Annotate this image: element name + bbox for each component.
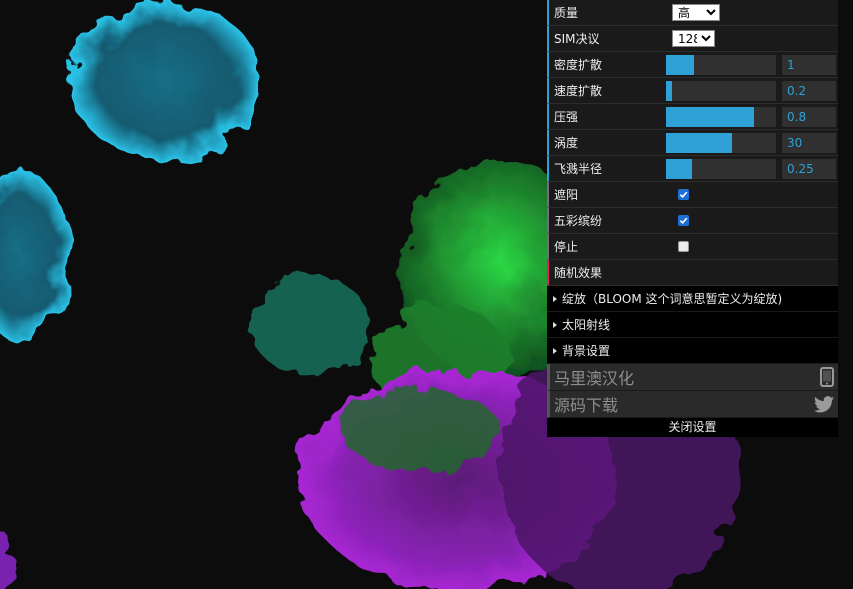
row-vorticity: 涡度 30 bbox=[547, 130, 838, 156]
localization-link[interactable]: 马里澳汉化 bbox=[547, 364, 838, 391]
green-blob bbox=[340, 390, 500, 470]
triangle-right-icon bbox=[553, 295, 557, 302]
splat-radius-slider[interactable] bbox=[666, 158, 776, 179]
velocity-diffusion-input[interactable]: 0.2 bbox=[782, 80, 836, 101]
purple-blob bbox=[0, 530, 12, 589]
teal-blob bbox=[250, 275, 370, 375]
pressure-slider[interactable] bbox=[666, 106, 776, 127]
row-sim-resolution: SIM决议 128 bbox=[547, 26, 838, 52]
splat-radius-label: 飞溅半径 bbox=[554, 162, 603, 176]
check-icon bbox=[679, 191, 688, 199]
row-pressure: 压强 0.8 bbox=[547, 104, 838, 130]
pressure-input[interactable]: 0.8 bbox=[782, 106, 836, 127]
colorful-checkbox[interactable] bbox=[678, 215, 689, 226]
localization-link-label: 马里澳汉化 bbox=[554, 369, 635, 388]
vorticity-slider[interactable] bbox=[666, 132, 776, 153]
sim-resolution-select[interactable]: 128 bbox=[672, 30, 715, 47]
twitter-icon bbox=[814, 395, 834, 412]
shading-label: 遮阳 bbox=[554, 188, 579, 202]
paused-label: 停止 bbox=[554, 240, 579, 254]
source-code-link[interactable]: 源码下载 bbox=[547, 391, 838, 418]
folder-background[interactable]: 背景设置 bbox=[547, 338, 838, 364]
check-icon bbox=[679, 217, 688, 225]
triangle-right-icon bbox=[553, 347, 557, 354]
close-settings-button[interactable]: 关闭设置 bbox=[547, 418, 838, 437]
folder-sunrays[interactable]: 太阳射线 bbox=[547, 312, 838, 338]
random-splats-button[interactable]: 随机效果 bbox=[547, 260, 838, 286]
row-quality: 质量 高 bbox=[547, 0, 838, 26]
row-velocity-diffusion: 速度扩散 0.2 bbox=[547, 78, 838, 104]
folder-bloom-label: 绽放（BLOOM 这个词意思暂定义为绽放) bbox=[562, 292, 783, 306]
density-diffusion-slider[interactable] bbox=[666, 54, 776, 75]
cyan-blob bbox=[0, 170, 70, 340]
pressure-label: 压强 bbox=[554, 110, 579, 124]
row-density-diffusion: 密度扩散 1 bbox=[547, 52, 838, 78]
vorticity-input[interactable]: 30 bbox=[782, 132, 836, 153]
velocity-diffusion-slider[interactable] bbox=[666, 80, 776, 101]
colorful-label: 五彩缤纷 bbox=[554, 214, 603, 228]
folder-sunrays-label: 太阳射线 bbox=[562, 318, 611, 332]
random-splats-label: 随机效果 bbox=[554, 266, 603, 280]
splat-radius-input[interactable]: 0.25 bbox=[782, 158, 836, 179]
row-shading: 遮阳 bbox=[547, 182, 838, 208]
shading-checkbox[interactable] bbox=[678, 189, 689, 200]
quality-select[interactable]: 高 bbox=[672, 4, 720, 21]
velocity-diffusion-label: 速度扩散 bbox=[554, 84, 603, 98]
density-diffusion-input[interactable]: 1 bbox=[782, 54, 836, 75]
row-colorful: 五彩缤纷 bbox=[547, 208, 838, 234]
density-diffusion-label: 密度扩散 bbox=[554, 58, 603, 72]
triangle-right-icon bbox=[553, 321, 557, 328]
vorticity-label: 涡度 bbox=[554, 136, 579, 150]
phone-icon bbox=[820, 367, 834, 387]
folder-background-label: 背景设置 bbox=[562, 344, 611, 358]
settings-panel: 质量 高 SIM决议 128 密度扩散 1 速度扩散 0.2 压强 0.8 涡度 bbox=[547, 0, 838, 437]
row-splat-radius: 飞溅半径 0.25 bbox=[547, 156, 838, 182]
folder-bloom[interactable]: 绽放（BLOOM 这个词意思暂定义为绽放) bbox=[547, 286, 838, 312]
row-paused: 停止 bbox=[547, 234, 838, 260]
quality-label: 质量 bbox=[554, 6, 579, 20]
cyan-blob bbox=[70, 0, 260, 160]
paused-checkbox[interactable] bbox=[678, 241, 689, 252]
sim-resolution-label: SIM决议 bbox=[554, 32, 600, 46]
source-code-link-label: 源码下载 bbox=[554, 396, 619, 415]
